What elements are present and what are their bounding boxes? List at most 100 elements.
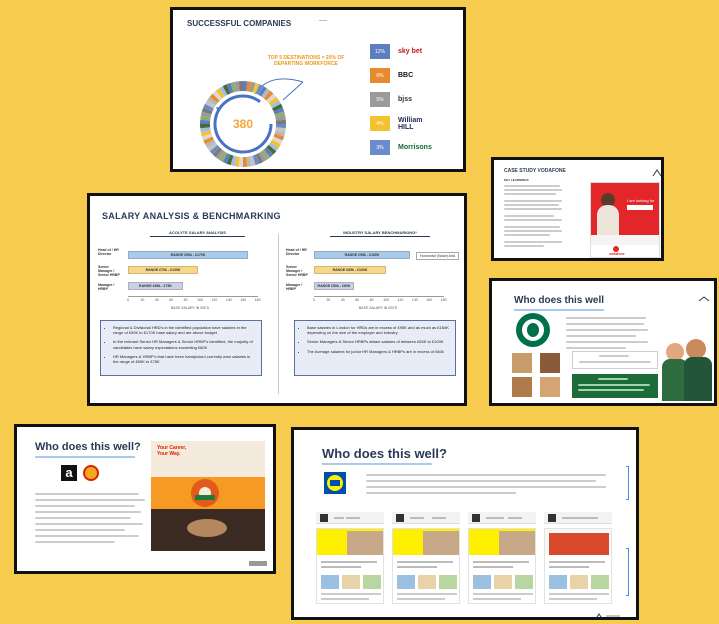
bullet: The Average salaries for junior HR Manag…	[307, 349, 449, 354]
donut-segment	[201, 133, 213, 141]
company-logo: bjss	[398, 96, 413, 103]
slide-successful-companies[interactable]: SUCCESSFUL COMPANIES TOP 5 DESTINATIONS …	[170, 7, 466, 172]
donut-segment	[261, 149, 271, 160]
axis-tick-label: 60	[355, 298, 360, 302]
axis-tick-label: 0	[127, 298, 129, 302]
donut-segment	[219, 86, 228, 97]
donut-segment	[263, 147, 274, 158]
company-rank-row: 3% Morrisons	[370, 140, 436, 155]
donut-segment	[230, 81, 237, 93]
axis-tick-label: 120	[397, 298, 404, 302]
company-rank-row: 6% BBC	[370, 68, 436, 83]
slide-title: Who does this well?	[35, 441, 141, 453]
donut-segment	[268, 96, 279, 106]
donut-chart: 380	[200, 78, 304, 167]
donut-segment	[207, 142, 218, 152]
donut-segment	[212, 90, 223, 101]
slide-title: SALARY ANALYSIS & BENCHMARKING	[102, 211, 281, 221]
banner-text: Your Career, Your Way.	[157, 445, 187, 457]
left-bullets: Regional & Divisional HRD's in the ident…	[100, 320, 262, 376]
axis-tick-label: 60	[169, 298, 174, 302]
salary-bar[interactable]: RANGE £95k - £160K	[314, 251, 410, 259]
donut-segment	[215, 88, 225, 99]
slide-salary-analysis[interactable]: SALARY ANALYSIS & BENCHMARKING ACOLYTE S…	[87, 193, 467, 406]
column-header	[468, 512, 536, 524]
donut-segment	[252, 82, 260, 94]
salary-bar[interactable]: RANGE £65k - £75K	[128, 282, 183, 290]
axis-label: BASE SALARY IN 000'S	[170, 306, 210, 310]
brand-name: vodafone	[609, 252, 625, 256]
donut-segment	[226, 154, 234, 166]
baristas-photo	[662, 339, 714, 401]
donut-segment	[270, 100, 281, 109]
career-site-screenshot: Your Career, Your Way.	[151, 441, 265, 551]
x-axis	[314, 296, 444, 297]
acolyte-logo	[594, 608, 622, 617]
axis-tick-label: 40	[340, 298, 345, 302]
amazon-logo-icon: a	[61, 465, 77, 481]
axis-tick-label: 0	[313, 298, 315, 302]
donut-segment	[230, 155, 237, 167]
donut-segment	[275, 115, 286, 121]
donut-segment	[234, 156, 240, 167]
slide-title: SUCCESSFUL COMPANIES	[187, 19, 292, 28]
right-bullets: Base salaries in London for HRDs are in …	[294, 320, 456, 376]
axis-tick-label: 20	[326, 298, 331, 302]
screen-text: I am looking for	[627, 198, 655, 203]
company-rank-row: 5% bjss	[370, 92, 436, 107]
axis-tick-label: 180	[440, 298, 447, 302]
company-rank-row: 4% William HILL	[370, 116, 436, 131]
x-axis	[128, 296, 258, 297]
donut-segment	[203, 136, 214, 145]
axis-tick-label: 160	[426, 298, 433, 302]
category-label: Manager / HRBP	[98, 283, 115, 292]
slide-who-does-this-well-amazon[interactable]: Who does this well? a Your Career, Your …	[14, 424, 276, 574]
donut-segment	[268, 142, 279, 152]
text-card	[572, 351, 658, 369]
subtitle: KEY LEARNINGS	[504, 178, 529, 182]
salary-bar[interactable]: RANGE £70k - £100K	[128, 266, 198, 274]
lidl-logo-icon	[324, 472, 346, 494]
starbucks-logo-icon	[516, 313, 550, 347]
donut-segment	[222, 153, 231, 164]
donut-segment	[263, 90, 274, 101]
axis-tick-label: 80	[369, 298, 374, 302]
donut-segment	[270, 139, 281, 148]
axis-tick-label: 100	[197, 298, 203, 302]
donut-segment	[273, 107, 285, 115]
donut-segment	[249, 155, 256, 167]
donut-segment	[203, 103, 214, 112]
person-photo	[512, 353, 532, 373]
slide-who-does-this-well-lidl[interactable]: Who does this well?	[291, 427, 639, 620]
percent-badge: 5%	[370, 92, 390, 107]
slide-title: CASE STUDY VODAFONE	[504, 168, 566, 174]
donut-segment	[246, 81, 252, 92]
burger-king-logo-icon	[83, 465, 99, 481]
column-header	[392, 512, 460, 524]
axis-tick-label: 140	[225, 298, 232, 302]
slide-title: Who does this well	[514, 295, 605, 306]
website-screenshot	[468, 528, 536, 604]
donut-segment	[212, 147, 223, 158]
acolyte-logo	[698, 289, 710, 302]
person-photo	[512, 377, 532, 397]
donut-segment	[246, 156, 252, 167]
axis-tick-label: 40	[154, 298, 159, 302]
donut-segment	[209, 93, 220, 104]
column-header	[544, 512, 612, 524]
donut-segment	[222, 84, 231, 95]
salary-bar[interactable]: RANGE £50k - £60K	[314, 282, 354, 290]
salary-bar[interactable]: RANGE £65k - £100K	[314, 266, 386, 274]
slide-case-study-vodafone[interactable]: CASE STUDY VODAFONE KEY LEARNINGS I am l…	[491, 157, 664, 261]
vodafone-screenshot: I am looking for vodafone	[590, 182, 660, 258]
slide-who-does-this-well-starbucks[interactable]: Who does this well	[489, 278, 717, 406]
donut-segment	[234, 81, 240, 92]
website-screenshot	[316, 528, 384, 604]
category-label: Senior Manager / Senior HRBP	[286, 265, 308, 278]
donut-segment	[209, 144, 220, 155]
axis-tick-label: 20	[140, 298, 145, 302]
donut-segment	[258, 151, 267, 162]
green-card	[572, 374, 658, 398]
donut-segment	[258, 86, 267, 97]
salary-bar[interactable]: RANGE £90k - £170K	[128, 251, 248, 259]
